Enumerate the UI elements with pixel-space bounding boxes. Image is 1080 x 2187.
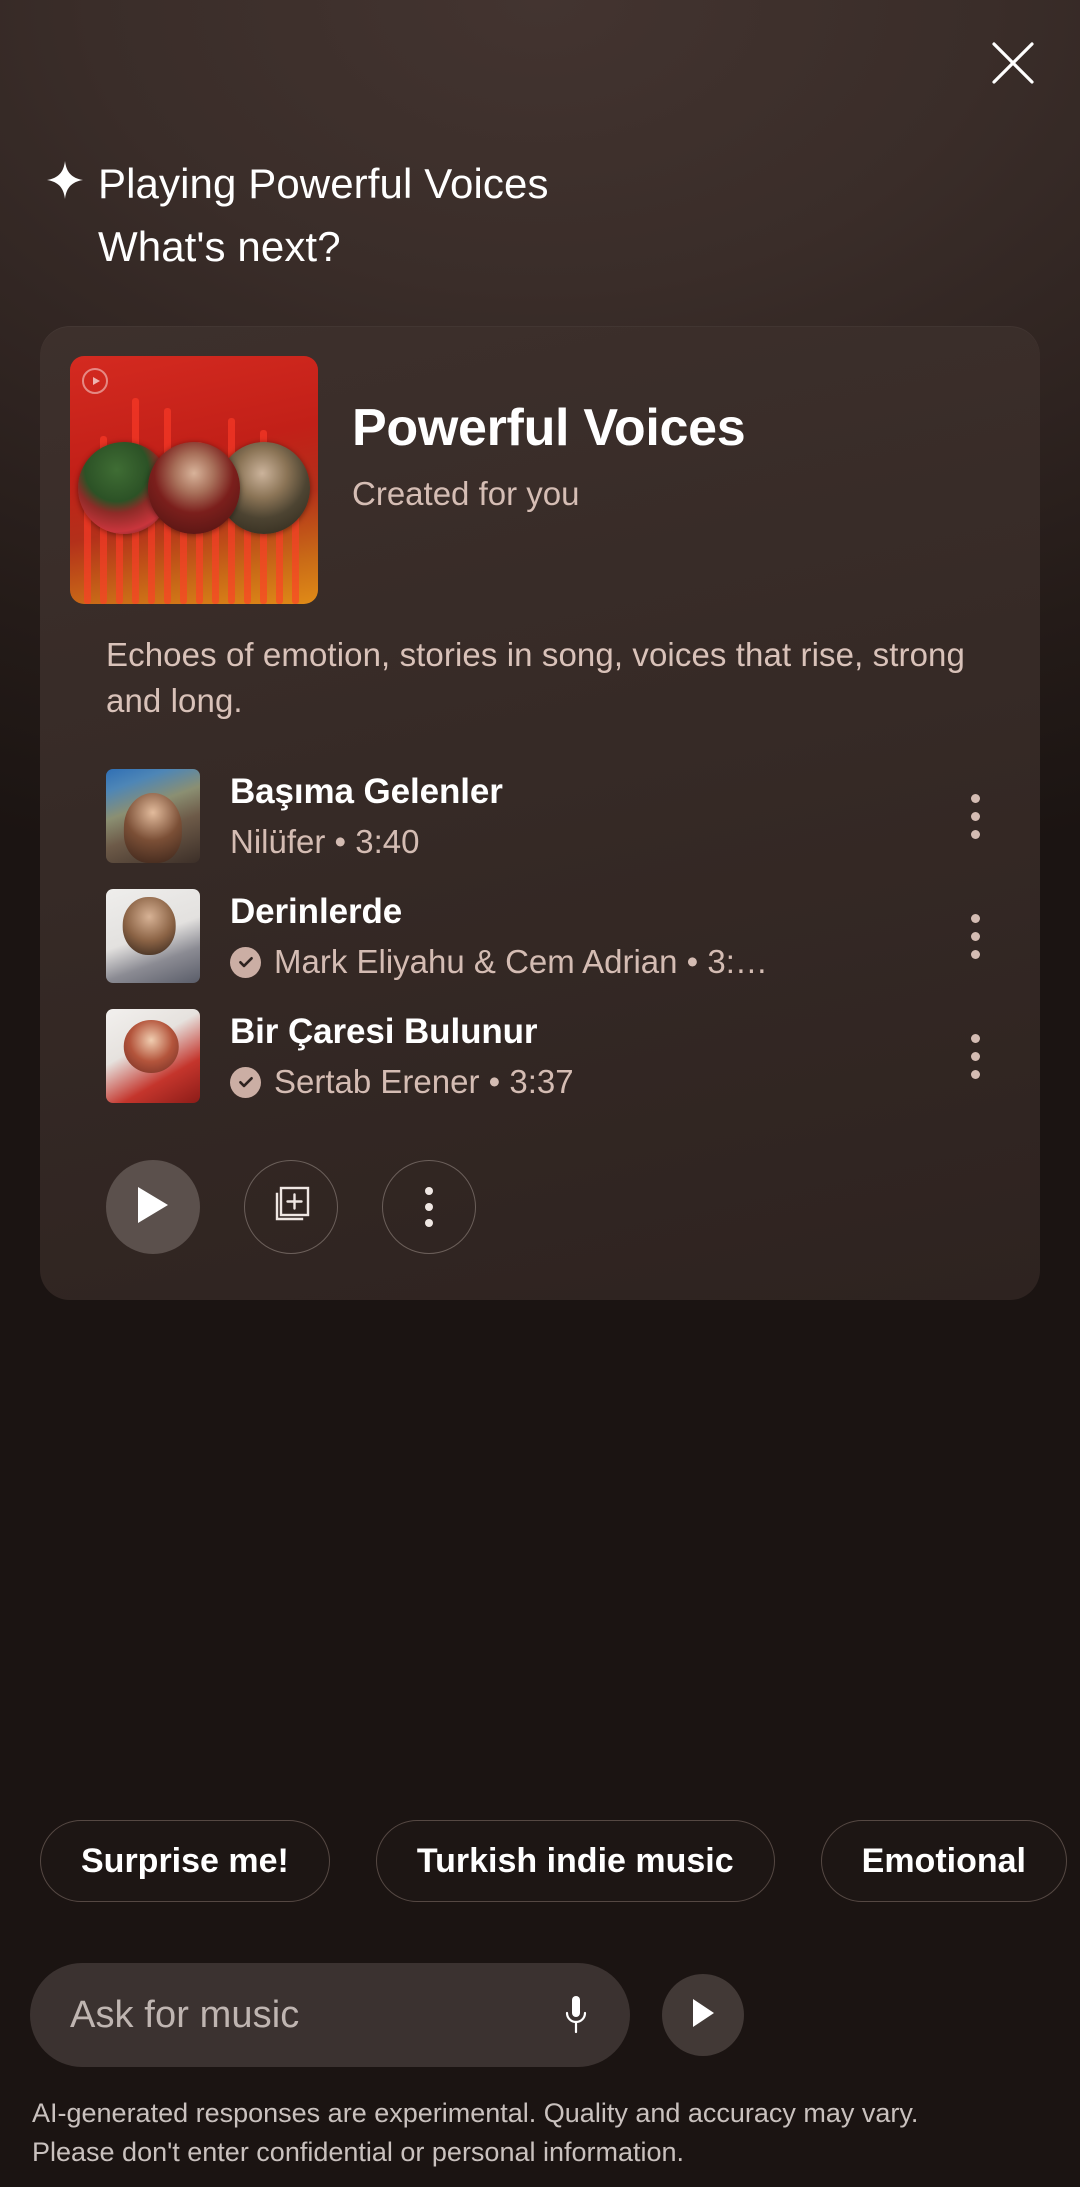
kebab-menu-icon <box>970 913 980 923</box>
track-subtitle: Mark Eliyahu & Cem Adrian • 3:… <box>230 941 928 983</box>
music-assistant-screen: Playing Powerful Voices What's next? Pow… <box>0 0 1080 2187</box>
track-title: Derinlerde <box>230 892 403 931</box>
track-artist: Nilüfer • 3:40 <box>230 823 420 860</box>
play-button[interactable] <box>106 1160 200 1254</box>
play-icon <box>136 1186 170 1229</box>
track-menu-button[interactable] <box>940 768 1010 864</box>
track-subtitle: Nilüfer • 3:40 <box>230 821 928 863</box>
save-to-library-button[interactable] <box>244 1160 338 1254</box>
sparkle-icon <box>46 152 98 208</box>
microphone-icon[interactable] <box>554 1993 598 2037</box>
kebab-menu-icon <box>425 1183 433 1231</box>
suggestion-chip-surprise-me[interactable]: Surprise me! <box>40 1820 330 1902</box>
playlist-title: Powerful Voices <box>352 399 746 457</box>
track-subtitle: Sertab Erener • 3:37 <box>230 1061 928 1103</box>
track-thumbnail <box>106 769 200 863</box>
track-menu-button[interactable] <box>940 888 1010 984</box>
playlist-card[interactable]: Powerful Voices Created for you Echoes o… <box>40 326 1040 1300</box>
track-row[interactable]: Başıma Gelenler Nilüfer • 3:40 <box>40 756 1040 876</box>
track-artist: Mark Eliyahu & Cem Adrian • 3:… <box>274 943 768 980</box>
track-thumbnail <box>106 889 200 983</box>
playlist-description: Echoes of emotion, stories in song, voic… <box>106 636 965 719</box>
assistant-message: Playing Powerful Voices What's next? <box>98 160 549 270</box>
suggestion-chips: Surprise me! Turkish indie music Emotion… <box>40 1820 1067 1902</box>
track-artist: Sertab Erener • 3:37 <box>274 1063 574 1100</box>
suggestion-chip-turkish-indie-music[interactable]: Turkish indie music <box>375 1820 775 1902</box>
suggestion-chip-emotional[interactable]: Emotional <box>820 1820 1067 1902</box>
prompt-input-bar: Ask for music <box>30 1963 744 2067</box>
playlist-cover-art[interactable] <box>70 356 318 604</box>
ai-disclaimer: AI-generated responses are experimental.… <box>32 2098 919 2167</box>
track-title: Bir Çaresi Bulunur <box>230 1012 538 1051</box>
add-to-library-icon <box>269 1183 313 1232</box>
track-title: Başıma Gelenler <box>230 772 503 811</box>
artist-avatars <box>76 442 312 534</box>
track-row[interactable]: Derinlerde Mark Eliyahu & Cem Adrian • 3… <box>40 876 1040 996</box>
playlist-header: Powerful Voices Created for you <box>40 356 1040 604</box>
kebab-menu-icon <box>970 1033 980 1043</box>
more-options-button[interactable] <box>382 1160 476 1254</box>
track-list: Başıma Gelenler Nilüfer • 3:40 Derinlerd… <box>40 756 1040 1116</box>
search-input[interactable]: Ask for music <box>30 1963 630 2067</box>
verified-badge-icon <box>230 1066 261 1098</box>
playlist-subtitle: Created for you <box>352 475 580 512</box>
artist-avatar <box>148 442 240 534</box>
verified-badge-icon <box>230 946 261 978</box>
youtube-music-badge-icon <box>82 368 108 394</box>
track-menu-button[interactable] <box>940 1008 1010 1104</box>
assistant-header: Playing Powerful Voices What's next? <box>46 152 1040 278</box>
track-thumbnail <box>106 1009 200 1103</box>
track-row[interactable]: Bir Çaresi Bulunur Sertab Erener • 3:37 <box>40 996 1040 1116</box>
playlist-actions <box>40 1116 1040 1300</box>
kebab-menu-icon <box>970 793 980 803</box>
send-button[interactable] <box>662 1974 744 2056</box>
close-button[interactable] <box>972 22 1054 104</box>
close-icon <box>990 40 1036 86</box>
send-play-icon <box>690 1998 716 2033</box>
search-input-placeholder: Ask for music <box>70 1993 300 2036</box>
